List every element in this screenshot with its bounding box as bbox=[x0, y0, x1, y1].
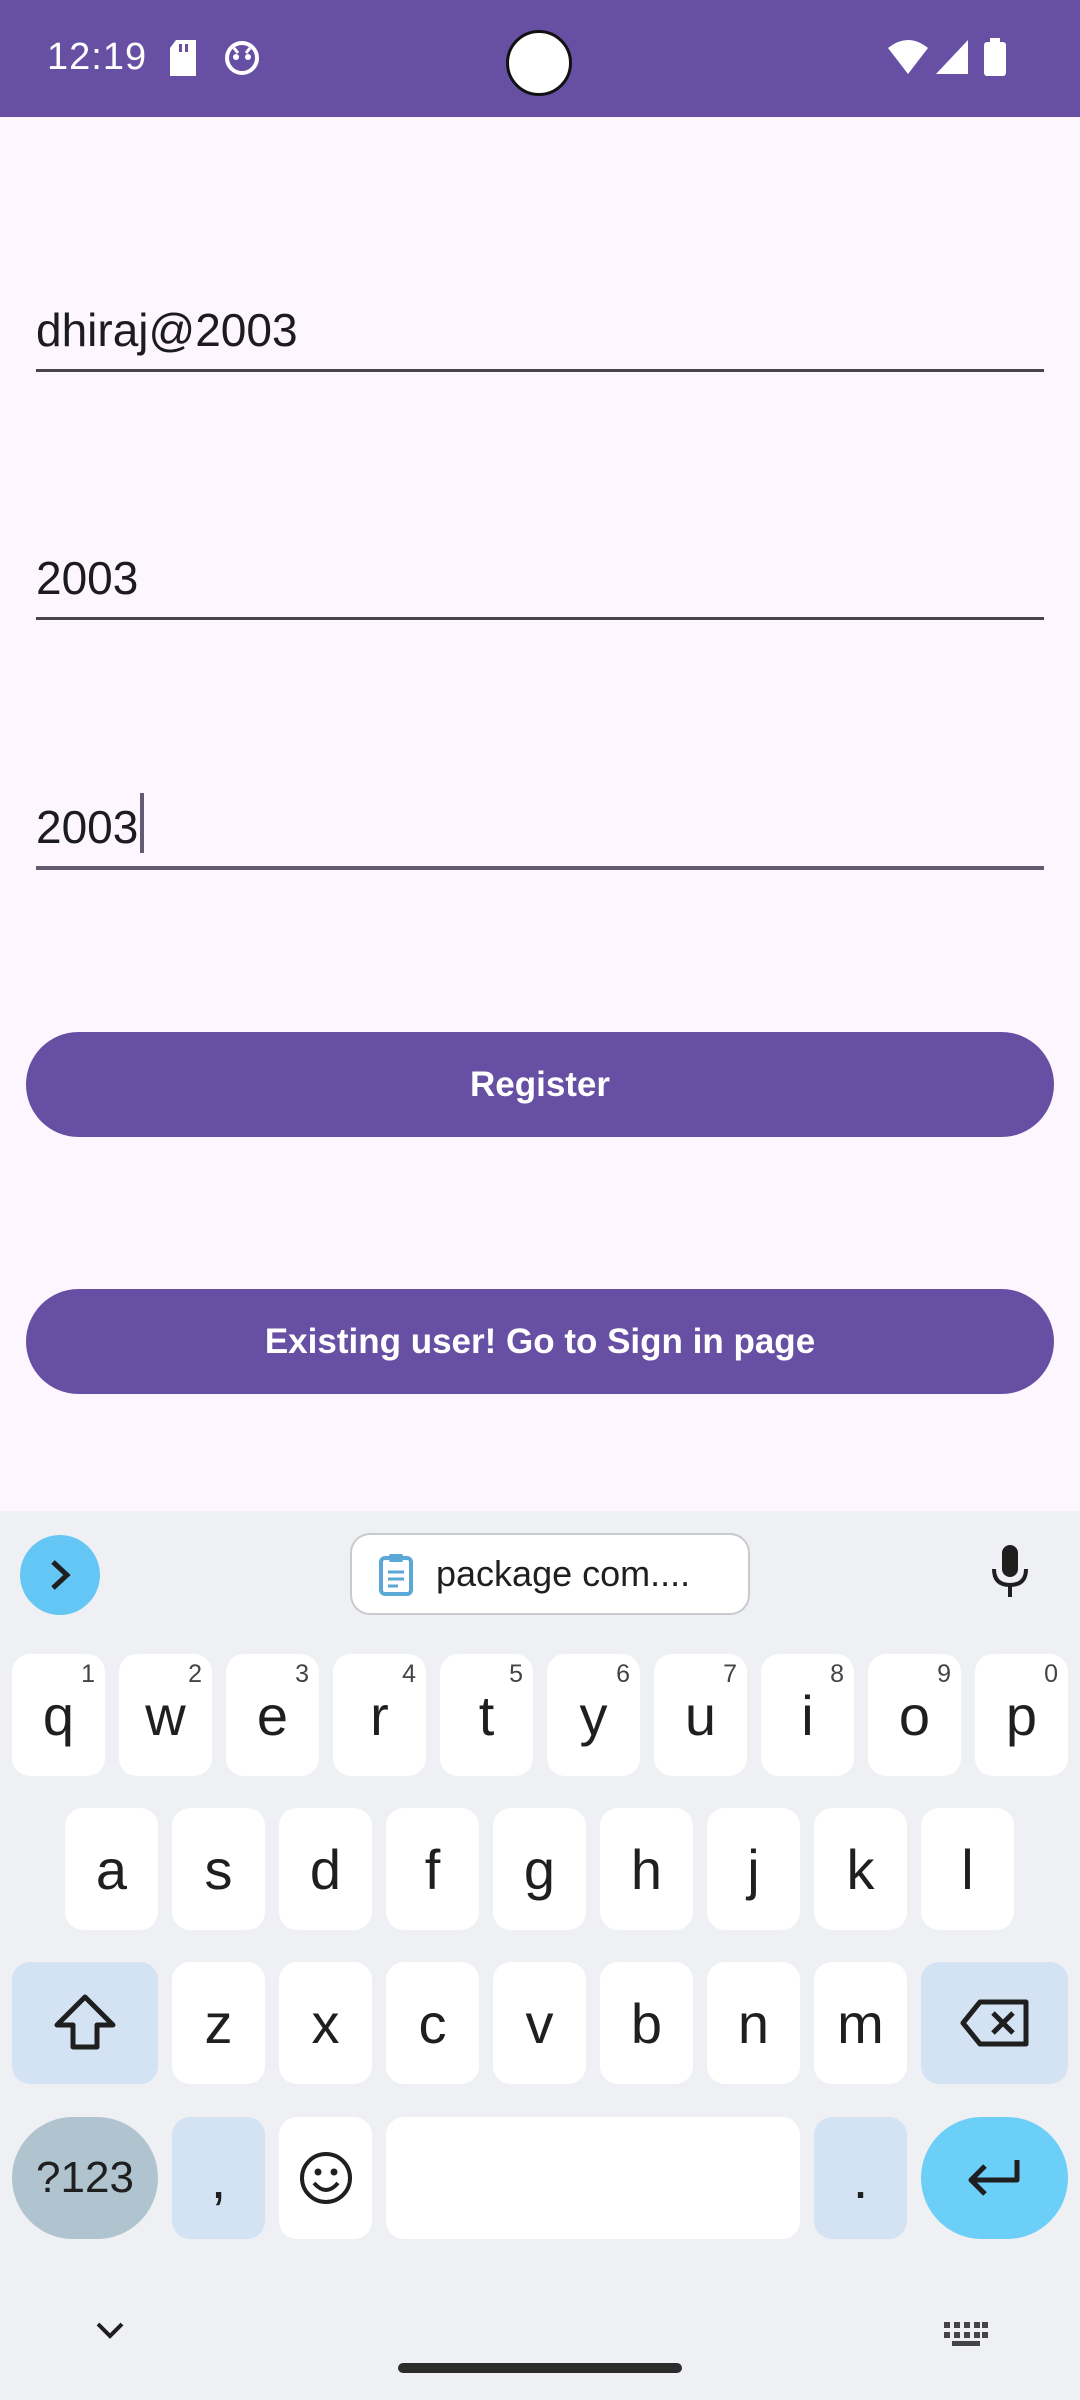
password-field[interactable]: 2003 bbox=[36, 540, 1044, 620]
confirm-password-wrapper[interactable]: 2003 bbox=[36, 793, 1044, 854]
confirm-password-input: 2003 bbox=[36, 801, 139, 853]
key-o[interactable]: o9 bbox=[868, 1654, 961, 1776]
key-j[interactable]: j bbox=[707, 1808, 800, 1930]
key-hint: 5 bbox=[509, 1660, 523, 1688]
key-label: p bbox=[1005, 1683, 1038, 1747]
key-label: i bbox=[801, 1683, 814, 1747]
keyboard-switch-icon[interactable] bbox=[944, 2322, 988, 2346]
symbols-key[interactable]: ?123 bbox=[12, 2117, 158, 2239]
key-label: t bbox=[478, 1683, 495, 1747]
key-q[interactable]: q1 bbox=[12, 1654, 105, 1776]
key-a[interactable]: a bbox=[65, 1808, 158, 1930]
home-indicator[interactable] bbox=[398, 2363, 682, 2373]
key-label: q bbox=[42, 1683, 75, 1747]
key-u[interactable]: u7 bbox=[654, 1654, 747, 1776]
username-input[interactable]: dhiraj@2003 bbox=[36, 303, 1044, 357]
key-l[interactable]: l bbox=[921, 1808, 1014, 1930]
register-button[interactable]: Register bbox=[26, 1032, 1054, 1137]
enter-icon bbox=[968, 2160, 1019, 2196]
enter-key[interactable] bbox=[921, 2117, 1068, 2239]
key-n[interactable]: n bbox=[707, 1962, 800, 2084]
status-time: 12:19 bbox=[47, 36, 148, 78]
backspace-icon bbox=[960, 1999, 1028, 2047]
backspace-key[interactable] bbox=[921, 1962, 1068, 2084]
key-hint: 6 bbox=[616, 1660, 630, 1688]
key-w[interactable]: w2 bbox=[119, 1654, 212, 1776]
key-label: y bbox=[579, 1683, 608, 1747]
keyboard-expand-button[interactable] bbox=[20, 1535, 100, 1615]
space-key[interactable] bbox=[386, 2117, 800, 2239]
key-p[interactable]: p0 bbox=[975, 1654, 1068, 1776]
microphone-icon bbox=[992, 1545, 1028, 1597]
password-input[interactable]: 2003 bbox=[36, 551, 1044, 605]
key-x[interactable]: x bbox=[279, 1962, 372, 2084]
key-v[interactable]: v bbox=[493, 1962, 586, 2084]
battery-icon bbox=[984, 38, 1006, 81]
android-debug-icon bbox=[224, 40, 260, 81]
key-h[interactable]: h bbox=[600, 1808, 693, 1930]
key-e[interactable]: e3 bbox=[226, 1654, 319, 1776]
key-hint: 4 bbox=[402, 1660, 416, 1688]
microphone-button[interactable] bbox=[990, 1543, 1030, 1606]
comma-key[interactable]: , bbox=[172, 2117, 265, 2239]
key-i[interactable]: i8 bbox=[761, 1654, 854, 1776]
key-hint: 7 bbox=[723, 1660, 737, 1688]
key-label: w bbox=[145, 1683, 186, 1747]
key-hint: 1 bbox=[81, 1660, 95, 1688]
key-f[interactable]: f bbox=[386, 1808, 479, 1930]
sd-card-icon bbox=[168, 40, 198, 81]
wifi-icon bbox=[888, 40, 928, 79]
emoji-key[interactable] bbox=[279, 2117, 372, 2239]
camera-cutout bbox=[506, 30, 572, 96]
key-hint: 9 bbox=[937, 1660, 951, 1688]
status-bar: 12:19 bbox=[0, 0, 1080, 117]
shift-key[interactable] bbox=[12, 1962, 158, 2084]
key-hint: 2 bbox=[188, 1660, 202, 1688]
key-hint: 8 bbox=[830, 1660, 844, 1688]
emoji-icon bbox=[299, 2152, 352, 2204]
key-label: u bbox=[684, 1683, 717, 1747]
period-key[interactable]: . bbox=[814, 2117, 907, 2239]
key-c[interactable]: c bbox=[386, 1962, 479, 2084]
key-d[interactable]: d bbox=[279, 1808, 372, 1930]
shift-icon bbox=[54, 1994, 116, 2050]
clipboard-text: package com.... bbox=[436, 1553, 691, 1594]
cell-signal-icon bbox=[936, 40, 968, 79]
key-t[interactable]: t5 bbox=[440, 1654, 533, 1776]
confirm-password-field[interactable]: 2003 bbox=[36, 790, 1044, 870]
key-s[interactable]: s bbox=[172, 1808, 265, 1930]
key-z[interactable]: z bbox=[172, 1962, 265, 2084]
key-k[interactable]: k bbox=[814, 1808, 907, 1930]
key-label: e bbox=[256, 1683, 289, 1747]
key-hint: 0 bbox=[1044, 1660, 1058, 1688]
key-b[interactable]: b bbox=[600, 1962, 693, 2084]
key-y[interactable]: y6 bbox=[547, 1654, 640, 1776]
soft-keyboard: package com.... bbox=[0, 1511, 1080, 2400]
key-hint: 3 bbox=[295, 1660, 309, 1688]
username-field[interactable]: dhiraj@2003 bbox=[36, 292, 1044, 372]
key-r[interactable]: r4 bbox=[333, 1654, 426, 1776]
key-label: o bbox=[898, 1683, 931, 1747]
key-g[interactable]: g bbox=[493, 1808, 586, 1930]
sign-in-button[interactable]: Existing user! Go to Sign in page bbox=[26, 1289, 1054, 1394]
chevron-right-icon bbox=[51, 1560, 71, 1590]
key-m[interactable]: m bbox=[814, 1962, 907, 2084]
clipboard-icon bbox=[379, 1554, 413, 1596]
key-label: r bbox=[370, 1683, 389, 1747]
hide-keyboard-icon[interactable] bbox=[95, 2320, 125, 2340]
text-cursor bbox=[140, 793, 145, 853]
clipboard-suggestion[interactable]: package com.... bbox=[350, 1533, 750, 1615]
